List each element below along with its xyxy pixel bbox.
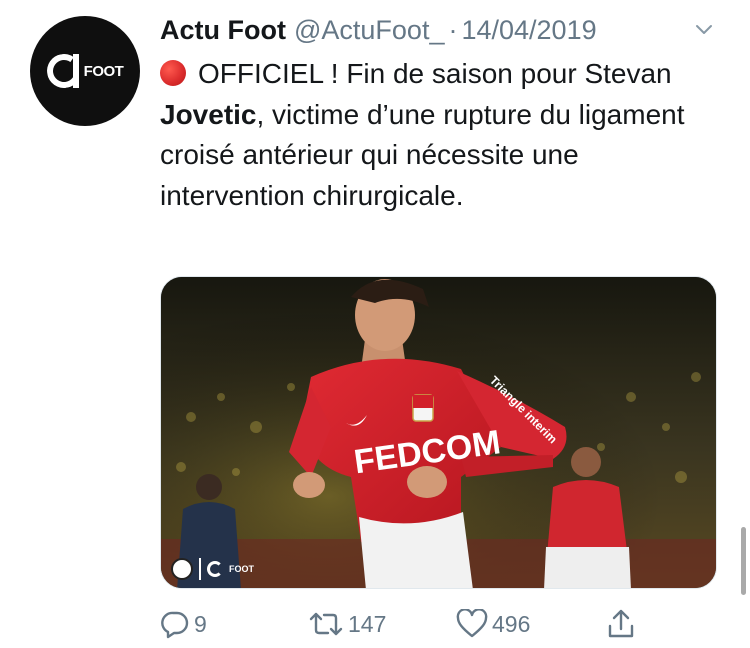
retweet-count: 147 <box>348 610 387 637</box>
reply-count: 9 <box>194 610 207 637</box>
red-circle-emoji-icon <box>160 60 186 86</box>
avatar[interactable]: FOOT <box>30 16 140 126</box>
media-watermark: FOOT <box>171 558 254 580</box>
tweet-media-photo[interactable]: FEDCOM Triangle interim FOOT <box>160 276 717 589</box>
football-player-photo: FEDCOM Triangle interim <box>161 277 716 588</box>
retweet-icon <box>309 612 343 636</box>
tweet[interactable]: FOOT Actu Foot @ActuFoot_ · 14/04/2019 O… <box>0 0 750 648</box>
share-button[interactable] <box>606 608 636 640</box>
share-icon <box>608 609 634 638</box>
like-count: 496 <box>492 610 531 637</box>
user-handle[interactable]: @ActuFoot_ <box>294 15 444 46</box>
like-button[interactable]: 496 <box>456 609 530 639</box>
logo-text: FOOT <box>83 62 124 80</box>
watermark-divider <box>199 558 201 580</box>
heart-icon <box>456 609 488 638</box>
display-name[interactable]: Actu Foot <box>160 15 286 46</box>
reply-icon <box>161 611 189 639</box>
tweet-actions: 9 147 496 <box>160 606 650 642</box>
watermark-text: FOOT <box>229 564 254 574</box>
football-icon <box>171 558 193 580</box>
tweet-text-part1: OFFICIEL ! Fin de saison pour Stevan <box>198 58 672 89</box>
separator-dot: · <box>448 14 458 45</box>
chevron-down-icon[interactable] <box>692 18 716 42</box>
tweet-text: OFFICIEL ! Fin de saison pour Stevan Jov… <box>160 54 725 216</box>
actu-foot-watermark-icon <box>207 561 223 577</box>
tweet-header: Actu Foot @ActuFoot_ · 14/04/2019 <box>160 12 730 48</box>
reply-button[interactable]: 9 <box>160 609 207 639</box>
actu-foot-logo: FOOT <box>43 51 124 91</box>
tweet-date[interactable]: 14/04/2019 <box>461 15 596 46</box>
retweet-button[interactable]: 147 <box>308 609 386 639</box>
scrollbar[interactable] <box>741 527 746 595</box>
tweet-text-bold: Jovetic <box>160 98 257 130</box>
